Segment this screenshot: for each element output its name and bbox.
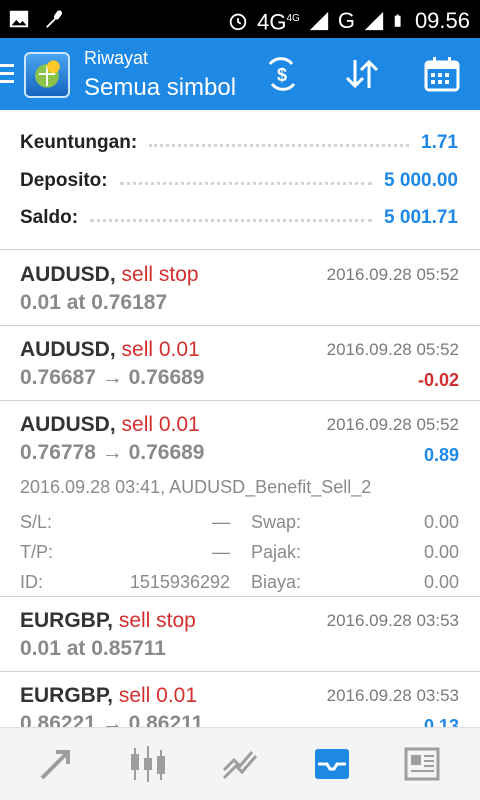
order-type: sell 0.01 <box>118 684 198 707</box>
list-item[interactable]: AUDUSD, sell 0.01 2016.09.28 05:52 0.766… <box>0 326 480 401</box>
time: 2016.09.28 03:53 <box>326 686 459 705</box>
list-item[interactable]: EURGBP, sell stop 2016.09.28 03:53 0.01 … <box>0 597 480 672</box>
symbol: AUDUSD, <box>20 338 116 361</box>
sort-icon[interactable] <box>342 56 382 92</box>
signal-icon <box>309 11 328 30</box>
sl-label: S/L: <box>20 511 53 532</box>
balance-label: Saldo: <box>20 207 79 228</box>
divider-dots <box>119 181 373 185</box>
deposit-value: 5 000.00 <box>384 170 458 191</box>
app-subtitle: Riwayat <box>84 48 149 68</box>
carrier-type-label: G <box>337 7 355 33</box>
order-type: sell stop <box>121 263 199 286</box>
profit: 0.13 <box>423 716 459 727</box>
list-item[interactable]: EURGBP, sell 0.01 2016.09.28 03:53 0.862… <box>0 672 480 727</box>
symbol-line: EURGBP, sell 0.01 <box>20 684 197 708</box>
divider-dots <box>90 218 373 222</box>
price: 0.76778 → 0.76689 <box>20 441 205 464</box>
time: 2016.09.28 03:53 <box>326 611 459 630</box>
app-title[interactable]: Semua simbol <box>84 74 236 102</box>
detail-row: S/L: — Swap: 0.00 <box>20 507 459 537</box>
history-list[interactable]: AUDUSD, sell stop 2016.09.28 05:52 0.01 … <box>0 251 480 727</box>
mic-off-icon <box>46 10 63 28</box>
list-item[interactable]: AUDUSD, sell stop 2016.09.28 05:52 0.01 … <box>0 251 480 326</box>
app-bar: Riwayat Semua simbol $ <box>0 38 480 110</box>
status-bar: 4G4G G 09.56 <box>0 0 480 38</box>
profit: 0.89 <box>423 445 459 465</box>
symbol: AUDUSD, <box>20 263 116 286</box>
svg-text:$: $ <box>277 65 287 85</box>
detail-row: T/P: — Pajak: 0.00 <box>20 537 459 567</box>
chart-icon[interactable] <box>128 744 168 784</box>
symbol-line: AUDUSD, sell 0.01 <box>20 338 200 362</box>
profit-row: Keuntungan: 1.71 <box>20 127 458 159</box>
id-label: ID: <box>20 571 44 592</box>
order-type: sell 0.01 <box>121 413 200 436</box>
swap-label: Swap: <box>251 511 302 532</box>
deposit-label: Deposito: <box>20 170 108 191</box>
swap-value: 0.00 <box>423 511 459 532</box>
order-details: 2016.09.28 03:41, AUDUSD_Benefit_Sell_2 … <box>20 477 459 597</box>
time: 2016.09.28 05:52 <box>326 340 459 359</box>
quotes-icon[interactable] <box>36 744 76 784</box>
id-value: 1515936292 <box>129 571 230 592</box>
history-icon[interactable] <box>312 744 352 784</box>
profit-value: 1.71 <box>421 132 458 153</box>
tp-value: — <box>212 541 230 562</box>
detail-row: ID: 1515936292 Biaya: 0.00 <box>20 567 459 597</box>
balance-value: 5 001.71 <box>384 207 458 228</box>
symbol-line: EURGBP, sell stop <box>20 609 196 633</box>
network-label: 4G4G <box>257 9 300 35</box>
sl-value: — <box>212 511 230 532</box>
price: 0.01 at 0.76187 <box>20 291 168 314</box>
currency-exchange-icon[interactable]: $ <box>262 56 302 92</box>
list-item[interactable]: AUDUSD, sell 0.01 2016.09.28 05:52 0.767… <box>0 401 480 597</box>
tp-label: T/P: <box>20 541 54 562</box>
battery-icon <box>394 14 401 27</box>
symbol-line: AUDUSD, sell stop <box>20 263 199 287</box>
alarm-icon <box>229 13 247 30</box>
profit-label: Keuntungan: <box>20 132 138 153</box>
balance-row: Saldo: 5 001.71 <box>20 202 458 234</box>
order-type: sell stop <box>118 609 196 632</box>
time: 2016.09.28 05:52 <box>326 415 459 434</box>
app-logo[interactable] <box>24 52 70 98</box>
price: 0.01 at 0.85711 <box>20 637 166 660</box>
time: 2016.09.28 05:52 <box>326 265 459 284</box>
price: 0.86221 → 0.86211 <box>20 712 204 727</box>
calendar-icon[interactable] <box>422 56 462 92</box>
order-comment: 2016.09.28 03:41, AUDUSD_Benefit_Sell_2 <box>20 477 372 497</box>
symbol: EURGBP, <box>20 684 113 707</box>
deposit-row: Deposito: 5 000.00 <box>20 165 458 197</box>
tax-label: Pajak: <box>251 541 302 562</box>
symbol: EURGBP, <box>20 609 113 632</box>
order-type: sell 0.01 <box>121 338 200 361</box>
clock: 09.56 <box>414 7 470 33</box>
account-summary: Keuntungan: 1.71 Deposito: 5 000.00 Sald… <box>0 110 480 250</box>
bottom-nav <box>0 727 480 800</box>
divider-dots <box>149 143 410 147</box>
tax-value: 0.00 <box>423 541 459 562</box>
signal-icon <box>364 11 384 30</box>
price: 0.76687 → 0.76689 <box>20 366 205 389</box>
menu-icon[interactable] <box>0 64 14 84</box>
news-icon[interactable] <box>402 744 442 784</box>
trade-icon[interactable] <box>220 744 260 784</box>
fee-label: Biaya: <box>251 571 302 592</box>
symbol-line: AUDUSD, sell 0.01 <box>20 413 200 437</box>
fee-value: 0.00 <box>423 571 459 592</box>
profit: -0.02 <box>417 370 459 390</box>
image-icon <box>9 10 29 28</box>
symbol: AUDUSD, <box>20 413 116 436</box>
